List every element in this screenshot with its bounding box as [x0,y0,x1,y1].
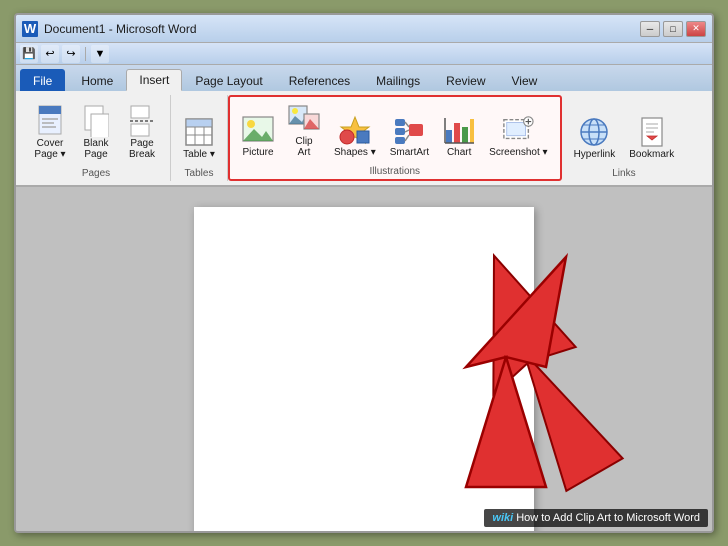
picture-icon [242,114,274,146]
screenshot-label: Screenshot ▾ [489,147,547,158]
table-icon [183,116,215,148]
minimize-button[interactable]: ─ [640,21,660,37]
word-window: W Document1 - Microsoft Word ─ □ ✕ 💾 ↩ ↪… [14,13,714,533]
maximize-button[interactable]: □ [663,21,683,37]
links-group-label: Links [568,166,681,179]
page-break-icon [126,105,158,137]
blank-page-button[interactable]: BlankPage [74,101,118,164]
table-button[interactable]: Table ▾ [177,112,221,164]
save-button[interactable]: 💾 [20,45,38,63]
wiki-logo: wiki [492,512,513,524]
table-label: Table ▾ [183,149,215,160]
clip-art-button[interactable]: ClipArt [282,99,326,162]
hyperlink-label: Hyperlink [574,149,616,160]
tables-group-label: Tables [177,166,221,179]
illustrations-group-label: Illustrations [236,164,554,177]
ribbon-tab-bar: File Home Insert Page Layout References … [16,65,712,91]
clip-art-label: ClipArt [295,136,312,158]
smartart-icon [393,114,425,146]
chart-button[interactable]: Chart [437,110,481,162]
screenshot-icon [502,114,534,146]
shapes-icon [339,114,371,146]
smartart-label: SmartArt [390,147,429,158]
window-title: Document1 - Microsoft Word [44,22,640,36]
cover-page-button[interactable]: CoverPage ▾ [28,101,72,164]
redo-button[interactable]: ↪ [62,45,80,63]
picture-label: Picture [242,147,273,158]
bookmark-label: Bookmark [629,149,674,160]
pages-items: CoverPage ▾ BlankPage [28,97,164,166]
wiki-help-text: How to Add Clip Art to Microsoft Word [516,512,700,524]
tab-view[interactable]: View [499,69,551,91]
toolbar-divider [85,47,86,61]
smartart-button[interactable]: SmartArt [384,110,435,162]
hyperlink-button[interactable]: Hyperlink [568,112,622,164]
hyperlink-icon [578,116,610,148]
group-illustrations: Picture ClipAr [228,95,562,181]
illustrations-items: Picture ClipAr [236,99,554,164]
app-icon: W [22,21,38,37]
shapes-label: Shapes ▾ [334,147,376,158]
wiki-footer: wiki How to Add Clip Art to Microsoft Wo… [484,509,708,527]
screenshot-button[interactable]: Screenshot ▾ [483,110,553,162]
document-page [194,207,534,531]
chart-icon [443,114,475,146]
tab-review[interactable]: Review [433,69,498,91]
close-button[interactable]: ✕ [686,21,706,37]
main-content [16,187,712,531]
pages-group-label: Pages [28,166,164,179]
title-bar: W Document1 - Microsoft Word ─ □ ✕ [16,15,712,43]
chart-label: Chart [447,147,471,158]
blank-page-icon [80,105,112,137]
cover-page-icon [34,105,66,137]
customize-button[interactable]: ▼ [91,45,109,63]
clip-art-icon [288,103,320,135]
bookmark-button[interactable]: Bookmark [623,112,680,164]
page-break-button[interactable]: PageBreak [120,101,164,164]
window-controls: ─ □ ✕ [640,21,706,37]
document-area [16,187,712,531]
group-links: Hyperlink Book [562,95,687,181]
tab-home[interactable]: Home [68,69,126,91]
tab-file[interactable]: File [20,69,65,91]
tab-references[interactable]: References [276,69,363,91]
tables-items: Table ▾ [177,97,221,166]
ribbon-content: CoverPage ▾ BlankPage [16,91,712,185]
picture-button[interactable]: Picture [236,110,280,162]
quick-access-toolbar: 💾 ↩ ↪ ▼ [16,43,712,65]
tab-pagelayout[interactable]: Page Layout [182,69,275,91]
ribbon: File Home Insert Page Layout References … [16,65,712,187]
tab-insert[interactable]: Insert [126,69,182,91]
shapes-button[interactable]: Shapes ▾ [328,110,382,162]
blank-page-label: BlankPage [83,138,108,160]
group-tables: Table ▾ Tables [171,95,228,181]
bookmark-icon [636,116,668,148]
cover-page-label: CoverPage ▾ [34,138,65,160]
page-break-label: PageBreak [129,138,155,160]
group-pages: CoverPage ▾ BlankPage [22,95,171,181]
tab-mailings[interactable]: Mailings [363,69,433,91]
undo-button[interactable]: ↩ [41,45,59,63]
links-items: Hyperlink Book [568,97,681,166]
